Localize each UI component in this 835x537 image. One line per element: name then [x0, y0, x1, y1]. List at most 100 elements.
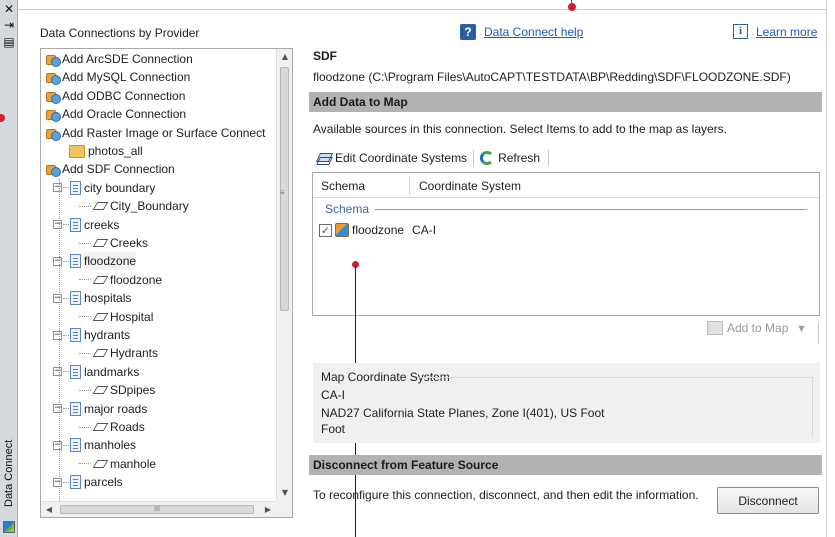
chevron-down-icon[interactable]: ▼ — [798, 324, 804, 333]
coordinate-systems-icon — [317, 152, 331, 164]
tree-source-item[interactable]: − creeks — [53, 216, 119, 234]
tree-rows: Add ArcSDE Connection Add MySQL Connectio… — [41, 49, 276, 501]
collapse-icon[interactable]: − — [53, 404, 62, 414]
connection-title: SDF — [313, 49, 337, 63]
connection-path: floodzone (C:\Program Files\AutoCAPT\TES… — [313, 70, 791, 84]
tree-connector — [63, 187, 69, 189]
properties-menu-icon[interactable]: ▤ — [3, 36, 15, 48]
column-header-coordinate-system[interactable]: Coordinate System — [419, 179, 521, 193]
tree-connector — [79, 389, 91, 391]
tree-layer-item[interactable]: manhole — [79, 455, 156, 473]
tree-provider-item[interactable]: Add SDF Connection — [45, 160, 175, 178]
tree-source-item[interactable]: − parcels — [53, 473, 123, 491]
tree-source-item[interactable]: − landmarks — [53, 363, 139, 381]
tree-source-item[interactable]: − city boundary — [53, 179, 155, 197]
tree-connector — [63, 260, 69, 262]
tree-connector — [79, 242, 91, 244]
tree-connector — [63, 297, 69, 299]
tree-provider-item[interactable]: Add ArcSDE Connection — [45, 50, 193, 68]
horizontal-scrollbar[interactable]: ◀ III ▶ — [41, 501, 276, 517]
palette-strip: ✕ ⇥ ▤ Data Connect — [0, 0, 18, 537]
disconnect-section-header[interactable]: Disconnect from Feature Source — [309, 455, 822, 475]
collapse-icon[interactable]: − — [53, 440, 62, 450]
help-icon[interactable]: ? — [460, 24, 476, 40]
scroll-left-icon[interactable]: ◀ — [41, 502, 57, 517]
collapse-icon[interactable]: − — [53, 256, 62, 266]
tree-item-label: major roads — [84, 401, 148, 416]
add-raster-connection-icon — [45, 126, 61, 141]
scroll-right-icon[interactable]: ▶ — [260, 502, 276, 517]
collapse-icon[interactable]: − — [53, 367, 62, 377]
map-icon[interactable] — [3, 521, 15, 533]
tree-layer-item[interactable]: Hydrants — [79, 344, 158, 362]
tree-provider-item[interactable]: Add Raster Image or Surface Connect — [45, 124, 265, 142]
collapse-icon[interactable]: − — [53, 330, 62, 340]
tree-source-item[interactable]: − hydrants — [53, 326, 130, 344]
tree-connector — [63, 371, 69, 373]
grid-header: Schema Coordinate System — [313, 173, 819, 198]
learn-more-group[interactable]: i Learn more — [733, 24, 817, 39]
collapse-icon[interactable]: − — [53, 293, 62, 303]
document-icon — [70, 217, 81, 232]
edit-coordinate-systems-label: Edit Coordinate Systems — [335, 151, 468, 165]
tree-item-label: Hospital — [110, 309, 154, 324]
scroll-corner — [276, 501, 292, 517]
connections-tree[interactable]: Add ArcSDE Connection Add MySQL Connectio… — [40, 48, 293, 518]
close-icon[interactable]: ✕ — [3, 3, 15, 15]
layer-icon — [93, 313, 107, 321]
refresh-label: Refresh — [498, 151, 541, 165]
data-connect-help-link[interactable]: Data Connect help — [484, 25, 583, 39]
tree-layer-item[interactable]: Roads — [79, 418, 145, 436]
tree-source-item[interactable]: − major roads — [53, 400, 147, 418]
add-data-instructions: Available sources in this connection. Se… — [313, 122, 727, 136]
refresh-button[interactable]: Refresh — [476, 151, 544, 165]
tree-item-label: creeks — [84, 217, 120, 232]
document-icon — [70, 180, 81, 195]
tree-source-item[interactable]: − manholes — [53, 436, 136, 454]
column-header-schema[interactable]: Schema — [321, 179, 365, 193]
autohide-icon[interactable]: ⇥ — [3, 19, 15, 31]
layer-icon — [93, 202, 107, 210]
tree-source-item[interactable]: − hospitals — [53, 289, 131, 307]
add-to-map-label: Add to Map — [727, 321, 789, 335]
vertical-scrollbar[interactable]: ▲ ≡ ▼ — [276, 49, 292, 501]
hscroll-thumb[interactable]: III — [60, 505, 254, 514]
learn-more-link[interactable]: Learn more — [756, 25, 817, 39]
tree-layer-item[interactable]: City_Boundary — [79, 197, 189, 215]
help-link-group[interactable]: ? Data Connect help — [460, 24, 583, 40]
tree-source-item[interactable]: − floodzone — [53, 252, 137, 271]
tree-layer-item[interactable]: Creeks — [79, 234, 148, 252]
tree-item-label: manhole — [110, 456, 157, 471]
collapse-icon[interactable]: − — [53, 477, 62, 487]
group-border — [812, 377, 813, 437]
tree-provider-item[interactable]: Add ODBC Connection — [45, 87, 185, 105]
edit-coordinate-systems-button[interactable]: Edit Coordinate Systems — [313, 151, 471, 165]
tree-layer-item[interactable]: SDpipes — [79, 381, 155, 399]
tree-provider-item[interactable]: Add MySQL Connection — [45, 68, 190, 86]
scroll-down-icon[interactable]: ▼ — [277, 485, 292, 501]
tree-connector — [63, 408, 69, 410]
add-to-map-button[interactable]: Add to Map ▼ — [707, 321, 805, 335]
feature-checkbox[interactable]: ✓ — [319, 223, 332, 237]
column-divider[interactable] — [409, 176, 410, 195]
layer-icon — [93, 386, 107, 394]
scroll-up-icon[interactable]: ▲ — [277, 49, 292, 65]
table-row[interactable]: ✓ floodzone CA-I — [319, 223, 436, 237]
tree-source-item[interactable]: photos_all — [69, 142, 143, 160]
schema-grid[interactable]: Schema Coordinate System Schema ✓ floodz… — [312, 172, 820, 316]
tree-provider-item[interactable]: Add Oracle Connection — [45, 105, 186, 123]
feature-coordinate-system[interactable]: CA-I — [412, 223, 436, 237]
collapse-icon[interactable]: − — [53, 183, 62, 193]
info-icon[interactable]: i — [733, 24, 748, 39]
tree-item-label: SDpipes — [110, 383, 156, 398]
tree-connector — [63, 224, 69, 226]
collapse-icon[interactable]: − — [53, 220, 62, 230]
tree-layer-item[interactable]: floodzone — [79, 271, 162, 289]
toolbar-separator — [473, 150, 475, 166]
add-data-section-header[interactable]: Add Data to Map — [309, 92, 822, 112]
group-divider — [375, 209, 807, 210]
tree-connector — [63, 444, 69, 446]
divider — [826, 0, 827, 537]
disconnect-button[interactable]: Disconnect — [717, 487, 819, 514]
tree-layer-item[interactable]: Hospital — [79, 308, 153, 326]
